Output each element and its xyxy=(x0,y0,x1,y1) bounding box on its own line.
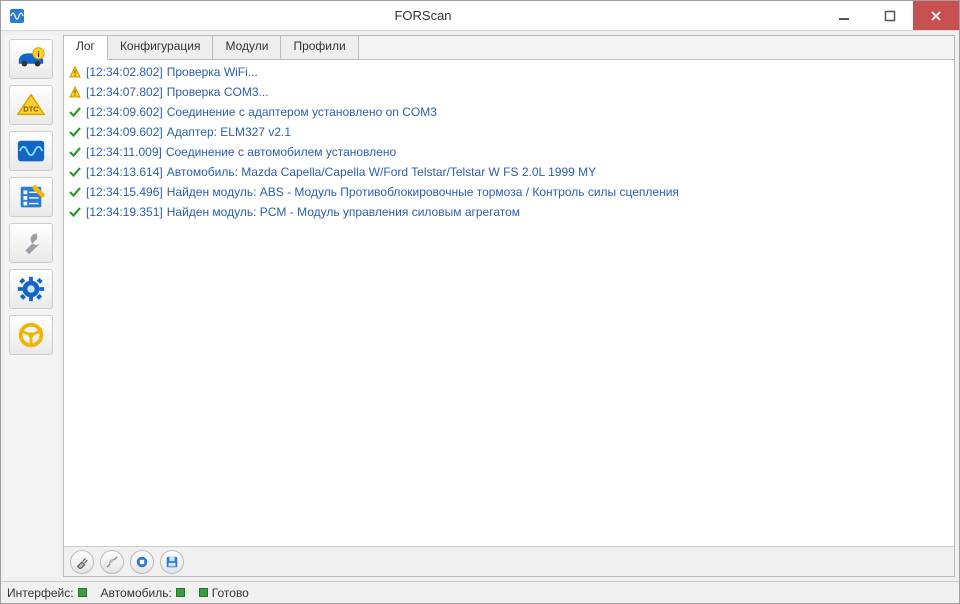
minimize-button[interactable] xyxy=(821,1,867,30)
log-text: Соединение с автомобилем установлено xyxy=(166,142,396,162)
client-area: i DTC xyxy=(1,31,959,581)
dtc-icon: DTC xyxy=(16,91,46,119)
log-text: Автомобиль: Mazda Capella/Capella W/Ford… xyxy=(167,162,596,182)
status-vehicle: Автомобиль: xyxy=(101,586,193,600)
log-timestamp: [12:34:09.602] xyxy=(86,122,163,142)
status-ready-label: Готово xyxy=(212,586,249,600)
tab-log[interactable]: Лог xyxy=(64,36,108,60)
log-area[interactable]: [12:34:02.802] Проверка WiFi...[12:34:07… xyxy=(64,60,954,546)
tab-modules[interactable]: Модули xyxy=(213,36,281,59)
oscilloscope-app-icon xyxy=(9,8,25,24)
warning-icon xyxy=(68,66,82,78)
status-led-icon xyxy=(176,588,185,597)
app-window: FORScan i xyxy=(0,0,960,604)
status-led-icon xyxy=(199,588,208,597)
disconnect-button[interactable] xyxy=(100,550,124,574)
log-timestamp: [12:34:07.802] xyxy=(86,82,163,102)
log-text: Проверка COM3... xyxy=(167,82,269,102)
unplug-icon xyxy=(105,555,119,569)
check-icon xyxy=(68,106,82,118)
check-icon xyxy=(68,186,82,198)
log-text: Найден модуль: PCM - Модуль управления с… xyxy=(167,202,520,222)
stop-icon xyxy=(135,555,149,569)
log-timestamp: [12:34:15.496] xyxy=(86,182,163,202)
save-button[interactable] xyxy=(160,550,184,574)
status-interface: Интерфейс: xyxy=(7,586,95,600)
maximize-button[interactable] xyxy=(867,1,913,30)
steering-button[interactable] xyxy=(9,315,53,355)
tab-configuration[interactable]: Конфигурация xyxy=(108,36,214,59)
bottom-toolbar xyxy=(64,546,954,576)
log-timestamp: [12:34:11.009] xyxy=(86,142,162,162)
log-timestamp: [12:34:13.614] xyxy=(86,162,163,182)
log-text: Соединение с адаптером установлено on CO… xyxy=(167,102,437,122)
main-panel: Лог Конфигурация Модули Профили [12:34:0… xyxy=(63,35,955,577)
titlebar: FORScan xyxy=(1,1,959,31)
log-line: [12:34:15.496] Найден модуль: ABS - Моду… xyxy=(68,182,950,202)
log-timestamp: [12:34:09.602] xyxy=(86,102,163,122)
log-line: [12:34:19.351] Найден модуль: PCM - Моду… xyxy=(68,202,950,222)
settings-button[interactable] xyxy=(9,269,53,309)
plug-icon xyxy=(75,555,89,569)
connect-button[interactable] xyxy=(70,550,94,574)
gear-icon xyxy=(16,275,46,303)
tab-bar: Лог Конфигурация Модули Профили xyxy=(64,36,954,60)
status-led-icon xyxy=(78,588,87,597)
car-info-icon: i xyxy=(16,45,46,73)
close-icon xyxy=(930,10,942,22)
log-timestamp: [12:34:02.802] xyxy=(86,62,163,82)
status-bar: Интерфейс: Автомобиль: Готово xyxy=(1,581,959,603)
save-icon xyxy=(165,555,179,569)
log-line: [12:34:11.009] Соединение с автомобилем … xyxy=(68,142,950,162)
maximize-icon xyxy=(884,10,896,22)
status-ready: Готово xyxy=(199,586,257,600)
check-icon xyxy=(68,126,82,138)
status-interface-label: Интерфейс: xyxy=(7,586,74,600)
minimize-icon xyxy=(838,10,850,22)
service-button[interactable] xyxy=(9,223,53,263)
warning-icon xyxy=(68,86,82,98)
oscilloscope-button[interactable] xyxy=(9,131,53,171)
tab-profiles[interactable]: Профили xyxy=(281,36,358,59)
log-text: Адаптер: ELM327 v2.1 xyxy=(167,122,291,142)
status-vehicle-label: Автомобиль: xyxy=(101,586,172,600)
log-line: [12:34:07.802] Проверка COM3... xyxy=(68,82,950,102)
steering-wheel-icon xyxy=(16,321,46,349)
log-line: [12:34:02.802] Проверка WiFi... xyxy=(68,62,950,82)
check-icon xyxy=(68,166,82,178)
log-text: Проверка WiFi... xyxy=(167,62,258,82)
wrench-icon xyxy=(16,229,46,257)
log-text: Найден модуль: ABS - Модуль Противоблоки… xyxy=(167,182,679,202)
log-timestamp: [12:34:19.351] xyxy=(86,202,163,222)
dtc-button[interactable]: DTC xyxy=(9,85,53,125)
window-title: FORScan xyxy=(25,8,821,23)
window-buttons xyxy=(821,1,959,30)
close-button[interactable] xyxy=(913,1,959,30)
log-line: [12:34:09.602] Соединение с адаптером ус… xyxy=(68,102,950,122)
check-icon xyxy=(68,206,82,218)
log-line: [12:34:13.614] Автомобиль: Mazda Capella… xyxy=(68,162,950,182)
svg-text:DTC: DTC xyxy=(23,105,39,114)
check-icon xyxy=(68,146,82,158)
log-line: [12:34:09.602] Адаптер: ELM327 v2.1 xyxy=(68,122,950,142)
checklist-icon xyxy=(16,183,46,211)
vehicle-info-button[interactable]: i xyxy=(9,39,53,79)
stop-button[interactable] xyxy=(130,550,154,574)
svg-text:i: i xyxy=(37,49,39,59)
oscilloscope-icon xyxy=(16,137,46,165)
side-toolbar: i DTC xyxy=(5,35,59,577)
tests-button[interactable] xyxy=(9,177,53,217)
